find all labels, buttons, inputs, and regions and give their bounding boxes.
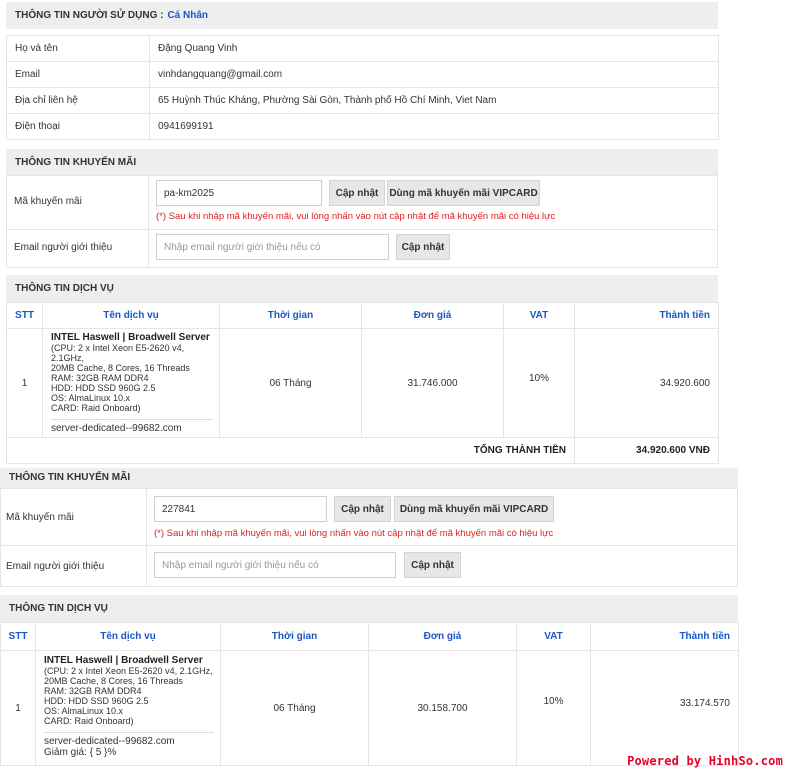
product-spec: CARD: Raid Onboard) [51, 403, 141, 413]
promo-code-label: Mã khuyến mãi [14, 196, 82, 207]
grand-total-row: TỔNG THÀNH TIỀN 34.920.600 VNĐ [6, 437, 719, 464]
service-time: 06 Tháng [219, 328, 362, 438]
promo-code-input[interactable] [156, 180, 322, 206]
grand-total-value: 34.920.600 VNĐ [574, 437, 719, 464]
service-table: STT Tên dịch vụ Thời gian Đơn giá VAT Th… [6, 302, 719, 464]
col-name: Tên dịch vụ [35, 622, 221, 651]
promo-code-label: Mã khuyến mãi [6, 512, 74, 523]
product-spec: 20MB Cache, 8 Cores, 16 Threads [44, 676, 183, 686]
service-stt: 1 [6, 328, 43, 438]
service-stt: 1 [0, 650, 36, 766]
user-info-table: Họ và tên Đặng Quang Vinh Email vinhdang… [6, 35, 719, 140]
referrer-email-input[interactable] [156, 234, 389, 260]
product-spec: RAM: 32GB RAM DDR4 [44, 686, 142, 696]
service-header-row: STT Tên dịch vụ Thời gian Đơn giá VAT Th… [0, 622, 739, 651]
col-price: Đơn giá [361, 302, 504, 329]
promo-header: THÔNG TIN KHUYẾN MÃI [6, 149, 718, 175]
promo-code-input[interactable] [154, 496, 327, 522]
col-vat: VAT [516, 622, 591, 651]
user-info-title: THÔNG TIN NGƯỜI SỬ DỤNG : [15, 10, 164, 21]
product-name: INTEL Haswell | Broadwell Server [44, 655, 203, 666]
service-title: THÔNG TIN DỊCH VỤ [9, 603, 108, 614]
service-header: THÔNG TIN DỊCH VỤ [6, 275, 718, 302]
product-spec: OS: AlmaLinux 10.x [51, 393, 131, 403]
service-price: 30.158.700 [368, 650, 517, 766]
product-spec: CARD: Raid Onboard) [44, 716, 134, 726]
referrer-update-button[interactable]: Cập nhật [404, 552, 461, 578]
account-type: Cá Nhân [167, 10, 209, 21]
user-value: 0941699191 [149, 113, 719, 140]
product-name: INTEL Haswell | Broadwell Server [51, 332, 210, 343]
referrer-label: Email người giới thiệu [14, 242, 113, 253]
col-total: Thành tiền [574, 302, 719, 329]
service-total: 34.920.600 [574, 328, 719, 438]
promo-title: THÔNG TIN KHUYẾN MÃI [9, 472, 131, 483]
product-spec: HDD: HDD SSD 960G 2.5 [44, 696, 149, 706]
service-table: STT Tên dịch vụ Thời gian Đơn giá VAT Th… [0, 622, 739, 766]
user-row-address: Địa chỉ liên hệ 65 Huỳnh Thúc Kháng, Phư… [6, 87, 719, 114]
col-time: Thời gian [219, 302, 362, 329]
service-header-row: STT Tên dịch vụ Thời gian Đơn giá VAT Th… [6, 302, 719, 329]
user-value: vinhdangquang@gmail.com [149, 61, 719, 88]
service-product-cell: INTEL Haswell | Broadwell Server (CPU: 2… [35, 650, 221, 766]
service-vat: 10% [516, 650, 591, 766]
user-value: 65 Huỳnh Thúc Kháng, Phường Sài Gòn, Thà… [149, 87, 719, 114]
service-time: 06 Tháng [220, 650, 369, 766]
product-discount: Giảm giá: { 5 }% [44, 747, 117, 758]
col-time: Thời gian [220, 622, 369, 651]
user-label: Địa chỉ liên hệ [6, 87, 150, 114]
col-vat: VAT [503, 302, 575, 329]
service-total: 33.174.570 [590, 650, 739, 766]
referrer-label: Email người giới thiệu [6, 561, 105, 572]
service-title: THÔNG TIN DỊCH VỤ [15, 283, 114, 294]
product-spec: OS: AlmaLinux 10.x [44, 706, 124, 716]
watermark: Powered by HinhSo.com [627, 754, 783, 768]
product-domain: server-dedicated--99682.com [51, 419, 213, 434]
col-stt: STT [6, 302, 43, 329]
vipcard-button[interactable]: Dùng mã khuyến mãi VIPCARD [394, 496, 554, 522]
product-spec: RAM: 32GB RAM DDR4 [51, 373, 149, 383]
product-domain: server-dedicated--99682.com [44, 732, 214, 747]
referrer-email-input[interactable] [154, 552, 396, 578]
user-info-header: THÔNG TIN NGƯỜI SỬ DỤNG : Cá Nhân [6, 2, 718, 29]
user-label: Họ và tên [6, 35, 150, 62]
col-stt: STT [0, 622, 36, 651]
promo-note: (*) Sau khi nhập mã khuyến mãi, vui lòng… [156, 211, 556, 222]
user-row-name: Họ và tên Đặng Quang Vinh [6, 35, 719, 62]
user-row-phone: Điện thoại 0941699191 [6, 113, 719, 140]
col-price: Đơn giá [368, 622, 517, 651]
user-row-email: Email vinhdangquang@gmail.com [6, 61, 719, 88]
service-header: THÔNG TIN DỊCH VỤ [0, 595, 738, 622]
service-vat: 10% [503, 328, 575, 438]
vipcard-button[interactable]: Dùng mã khuyến mãi VIPCARD [387, 180, 540, 206]
grand-total-label: TỔNG THÀNH TIỀN [6, 437, 575, 464]
service-price: 31.746.000 [361, 328, 504, 438]
user-value: Đặng Quang Vinh [149, 35, 719, 62]
service-row: 1 INTEL Haswell | Broadwell Server (CPU:… [6, 328, 719, 438]
product-spec: (CPU: 2 x Intel Xeon E5-2620 v4, 2.1GHz, [51, 343, 185, 363]
product-spec: 20MB Cache, 8 Cores, 16 Threads [51, 363, 190, 373]
service-row: 1 INTEL Haswell | Broadwell Server (CPU:… [0, 650, 739, 766]
col-name: Tên dịch vụ [42, 302, 220, 329]
service-product-cell: INTEL Haswell | Broadwell Server (CPU: 2… [42, 328, 220, 438]
promo-update-button[interactable]: Cập nhật [334, 496, 391, 522]
promo-header: THÔNG TIN KHUYẾN MÃI [0, 468, 738, 488]
user-label: Điện thoại [6, 113, 150, 140]
referrer-update-button[interactable]: Cập nhật [396, 234, 450, 260]
promo-title: THÔNG TIN KHUYẾN MÃI [15, 156, 137, 168]
user-label: Email [6, 61, 150, 88]
promo-update-button[interactable]: Cập nhật [329, 180, 385, 206]
col-total: Thành tiền [590, 622, 739, 651]
product-spec: HDD: HDD SSD 960G 2.5 [51, 383, 156, 393]
promo-note: (*) Sau khi nhập mã khuyến mãi, vui lòng… [154, 528, 554, 539]
product-spec: (CPU: 2 x Intel Xeon E5-2620 v4, 2.1GHz, [44, 666, 213, 676]
